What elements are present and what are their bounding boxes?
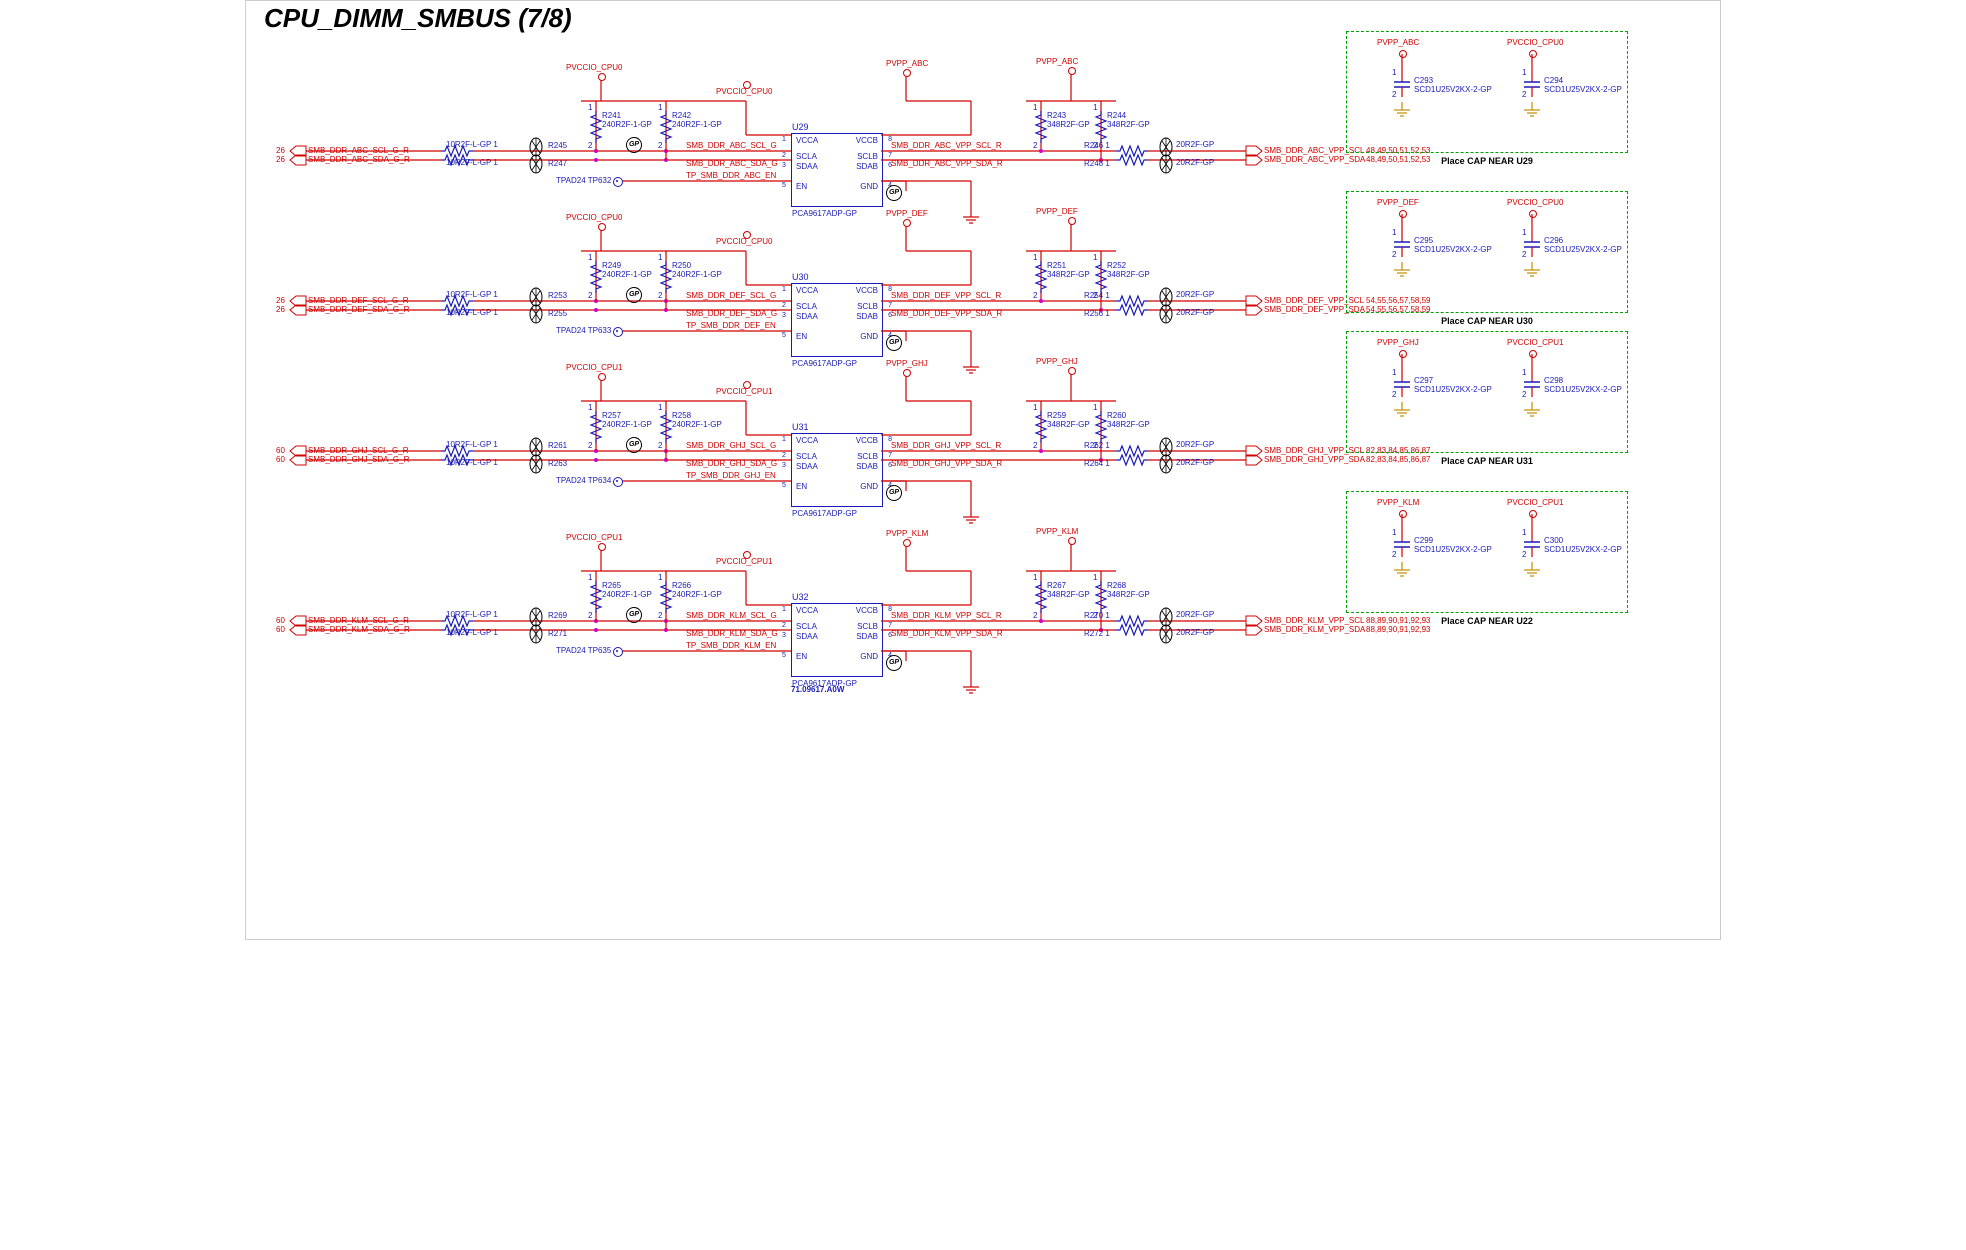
cap-box: Place CAP NEAR U30PVPP_DEFC295SCD1U25V2K… [1346,191,1628,313]
testpoint [613,647,623,657]
power-vccio: PVCCIO_CPU1 [566,363,622,372]
power-vccio: PVCCIO_CPU1 [566,533,622,542]
net-sda-out: SMB_DDR_GHJ_VPP_SDA [1264,455,1365,464]
net-sda-out: SMB_DDR_ABC_VPP_SDA [1264,155,1365,164]
testpoint [613,177,623,187]
power-pvpp: PVPP_KLM [1036,527,1078,536]
cap-box: Place CAP NEAR U29PVPP_ABCC293SCD1U25V2K… [1346,31,1628,153]
channel-klm: 6060SMB_DDR_KLM_SCL_G_RSMB_DDR_KLM_SDA_G… [246,531,1346,701]
net-sda-out: SMB_DDR_KLM_VPP_SDA [1264,625,1365,634]
ic-u31: U31PCA9617ADP-GPVCCA1SCLA2SDAA3EN5VCCB8S… [791,433,883,507]
page-title: CPU_DIMM_SMBUS (7/8) [264,3,572,34]
schematic-page: CPU_DIMM_SMBUS (7/8) 2626SMB_DDR_ABC_SCL… [245,0,1721,940]
power-pvpp: PVPP_DEF [1036,207,1078,216]
net-scl-out: SMB_DDR_KLM_VPP_SCL [1264,616,1364,625]
power-vccio: PVCCIO_CPU0 [566,213,622,222]
cap-box: Place CAP NEAR U22PVPP_KLMC299SCD1U25V2K… [1346,491,1628,613]
cap-box: Place CAP NEAR U31PVPP_GHJC297SCD1U25V2K… [1346,331,1628,453]
channel-abc: 2626SMB_DDR_ABC_SCL_G_RSMB_DDR_ABC_SDA_G… [246,61,1346,231]
power-pvpp: PVPP_ABC [1036,57,1078,66]
ic-u30: U30PCA9617ADP-GPVCCA1SCLA2SDAA3EN5VCCB8S… [791,283,883,357]
channel-ghj: 6060SMB_DDR_GHJ_SCL_G_RSMB_DDR_GHJ_SDA_G… [246,361,1346,531]
testpoint [613,327,623,337]
ic-u32: U32PCA9617ADP-GPVCCA1SCLA2SDAA3EN5VCCB8S… [791,603,883,677]
ic-u29: U29PCA9617ADP-GPVCCA1SCLA2SDAA3EN5VCCB8S… [791,133,883,207]
power-vccio: PVCCIO_CPU0 [566,63,622,72]
power-pvpp: PVPP_GHJ [1036,357,1078,366]
testpoint [613,477,623,487]
channel-def: 2626SMB_DDR_DEF_SCL_G_RSMB_DDR_DEF_SDA_G… [246,211,1346,381]
